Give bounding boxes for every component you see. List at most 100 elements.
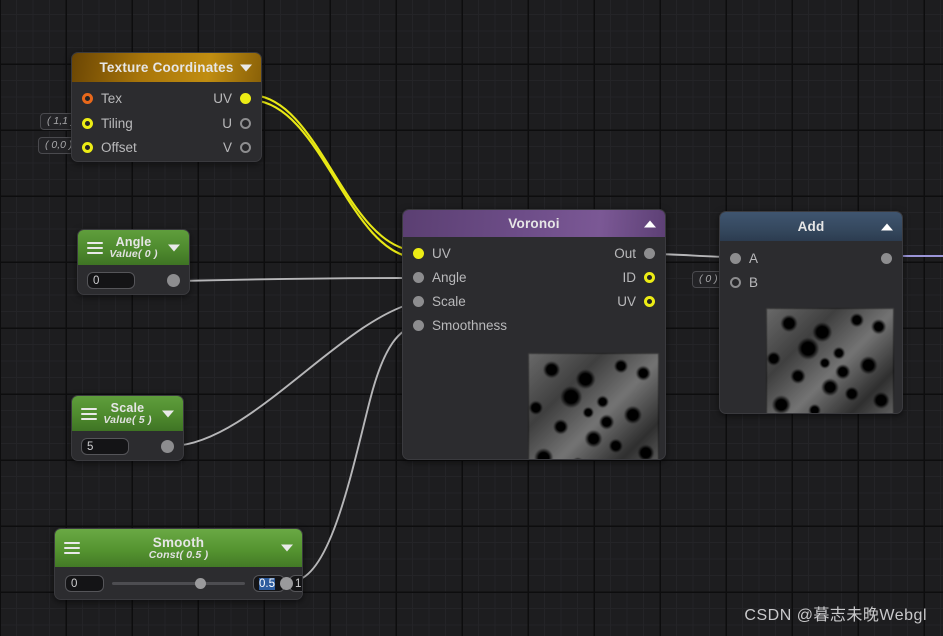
smooth-header[interactable]: Smooth Const( 0.5 ) bbox=[55, 529, 302, 567]
output-label-uv: UV bbox=[213, 91, 232, 106]
hamburger-icon[interactable] bbox=[87, 241, 103, 254]
node-add[interactable]: Add A B bbox=[719, 211, 903, 414]
scale-title: Scale bbox=[110, 401, 145, 415]
node-graph-canvas[interactable]: ( 1,1 ) ( 0,0 ) ( 0 ) Texture Coordinate… bbox=[0, 0, 943, 636]
smooth-output-port[interactable] bbox=[280, 577, 293, 590]
output-port-uv[interactable]: UV bbox=[213, 91, 251, 106]
input-port-smoothness[interactable]: Smoothness bbox=[413, 318, 507, 333]
add-out-port-icon[interactable] bbox=[881, 252, 892, 264]
angle-output-port[interactable] bbox=[167, 273, 180, 287]
watermark-text: CSDN @暮志未晚Webgl bbox=[744, 607, 927, 624]
angle-title: Angle bbox=[115, 235, 152, 249]
scale-value-input[interactable]: 5 bbox=[81, 437, 129, 455]
output-port-out[interactable]: Out bbox=[614, 246, 655, 261]
uv-in-port-icon[interactable] bbox=[413, 247, 424, 259]
chevron-down-icon[interactable] bbox=[240, 64, 252, 71]
chevron-up-icon[interactable] bbox=[644, 220, 656, 227]
voronoi-body: UV Out Angle ID Scale UV Smoothness bbox=[403, 241, 665, 459]
port-row-tiling-u: Tiling U bbox=[72, 111, 261, 135]
output-label-uv-out: UV bbox=[617, 293, 636, 309]
output-port-add[interactable] bbox=[881, 252, 892, 264]
v-port-icon[interactable] bbox=[240, 141, 251, 153]
voronoi-noise-preview bbox=[528, 353, 659, 459]
input-label-uv: UV bbox=[432, 245, 451, 261]
smooth-slider-row: 0 0.5 1 bbox=[55, 567, 302, 599]
angle-in-port-icon[interactable] bbox=[413, 271, 424, 283]
input-label-tex: Tex bbox=[101, 91, 123, 106]
smooth-slider-handle[interactable] bbox=[195, 578, 206, 589]
uv-port-icon[interactable] bbox=[240, 93, 251, 104]
voronoi-title: Voronoi bbox=[508, 216, 560, 231]
offset-port-icon[interactable] bbox=[82, 141, 93, 153]
scale-in-port-icon[interactable] bbox=[413, 295, 424, 307]
b-port-icon[interactable] bbox=[730, 276, 741, 288]
input-label-offset: Offset bbox=[101, 139, 137, 155]
input-port-angle[interactable]: Angle bbox=[413, 270, 467, 285]
tex-port-icon[interactable] bbox=[82, 93, 93, 104]
node-scale[interactable]: Scale Value( 5 ) 5 bbox=[71, 395, 184, 461]
wire-uv-to-voronoi-b bbox=[249, 98, 418, 260]
chevron-down-icon[interactable] bbox=[168, 244, 180, 251]
smooth-slider-track[interactable] bbox=[112, 582, 245, 585]
add-title: Add bbox=[797, 219, 825, 234]
input-label-b: B bbox=[749, 274, 759, 290]
input-label-smoothness: Smoothness bbox=[432, 317, 508, 333]
texture-coordinates-title: Texture Coordinates bbox=[99, 60, 234, 75]
texture-coordinates-header[interactable]: Texture Coordinates bbox=[72, 53, 261, 82]
id-port-icon[interactable] bbox=[644, 271, 655, 283]
port-row-uv-out: UV Out bbox=[403, 241, 665, 265]
input-label-angle: Angle bbox=[432, 269, 467, 285]
voronoi-header[interactable]: Voronoi bbox=[403, 210, 665, 237]
input-port-tex[interactable]: Tex bbox=[82, 91, 122, 106]
chevron-down-icon[interactable] bbox=[162, 410, 174, 417]
input-port-scale[interactable]: Scale bbox=[413, 294, 466, 309]
node-texture-coordinates[interactable]: Texture Coordinates Tex UV Tiling U Offs… bbox=[71, 52, 262, 162]
out-port-icon[interactable] bbox=[644, 247, 655, 259]
port-row-offset-v: Offset V bbox=[72, 135, 261, 159]
scale-param-row: 5 bbox=[72, 431, 183, 460]
output-label-v: V bbox=[222, 139, 232, 155]
wire-scale-to-voronoi bbox=[171, 301, 418, 447]
scale-output-port[interactable] bbox=[161, 439, 174, 453]
u-port-icon[interactable] bbox=[240, 117, 251, 129]
hamburger-icon[interactable] bbox=[81, 407, 97, 420]
output-label-out: Out bbox=[614, 245, 636, 261]
texture-coordinates-body: Tex UV Tiling U Offset V bbox=[72, 86, 261, 159]
input-port-uv[interactable]: UV bbox=[413, 246, 451, 261]
add-body: A B bbox=[720, 246, 902, 413]
output-port-uv-out[interactable]: UV bbox=[617, 294, 655, 309]
hamburger-icon[interactable] bbox=[64, 542, 80, 554]
tiling-port-icon[interactable] bbox=[82, 117, 93, 129]
scale-header[interactable]: Scale Value( 5 ) bbox=[72, 396, 183, 431]
node-smooth[interactable]: Smooth Const( 0.5 ) 0 0.5 1 bbox=[54, 528, 303, 600]
uv-out-port-icon[interactable] bbox=[644, 295, 655, 307]
input-port-a[interactable]: A bbox=[730, 251, 758, 266]
output-port-id[interactable]: ID bbox=[623, 270, 655, 285]
angle-header[interactable]: Angle Value( 0 ) bbox=[78, 230, 189, 265]
wire-angle-to-voronoi bbox=[177, 277, 418, 282]
input-port-tiling[interactable]: Tiling bbox=[82, 116, 133, 131]
smoothness-port-icon[interactable] bbox=[413, 319, 424, 331]
output-port-u[interactable]: U bbox=[222, 116, 251, 131]
smooth-min-input[interactable]: 0 bbox=[65, 575, 104, 592]
input-label-tiling: Tiling bbox=[101, 115, 133, 131]
add-header[interactable]: Add bbox=[720, 212, 902, 241]
port-row-smoothness: Smoothness bbox=[403, 313, 665, 337]
chevron-down-icon[interactable] bbox=[281, 544, 293, 552]
chevron-up-icon[interactable] bbox=[881, 223, 893, 230]
port-row-angle-id: Angle ID bbox=[403, 265, 665, 289]
output-port-v[interactable]: V bbox=[223, 140, 251, 155]
input-port-b[interactable]: B bbox=[730, 275, 758, 290]
node-angle[interactable]: Angle Value( 0 ) 0 bbox=[77, 229, 190, 295]
angle-param-row: 0 bbox=[78, 265, 189, 294]
node-voronoi[interactable]: Voronoi UV Out Angle ID Scale UV Smoothn… bbox=[402, 209, 666, 460]
wire-smooth-to-voronoi bbox=[291, 325, 418, 582]
input-label-a: A bbox=[749, 250, 759, 266]
wire-uv-to-voronoi-a bbox=[249, 93, 418, 253]
smooth-title: Smooth bbox=[152, 535, 205, 550]
port-row-tex-uv: Tex UV bbox=[72, 86, 261, 111]
input-port-offset[interactable]: Offset bbox=[82, 140, 137, 155]
add-noise-preview bbox=[766, 308, 894, 413]
a-port-icon[interactable] bbox=[730, 252, 741, 264]
angle-value-input[interactable]: 0 bbox=[87, 271, 135, 289]
